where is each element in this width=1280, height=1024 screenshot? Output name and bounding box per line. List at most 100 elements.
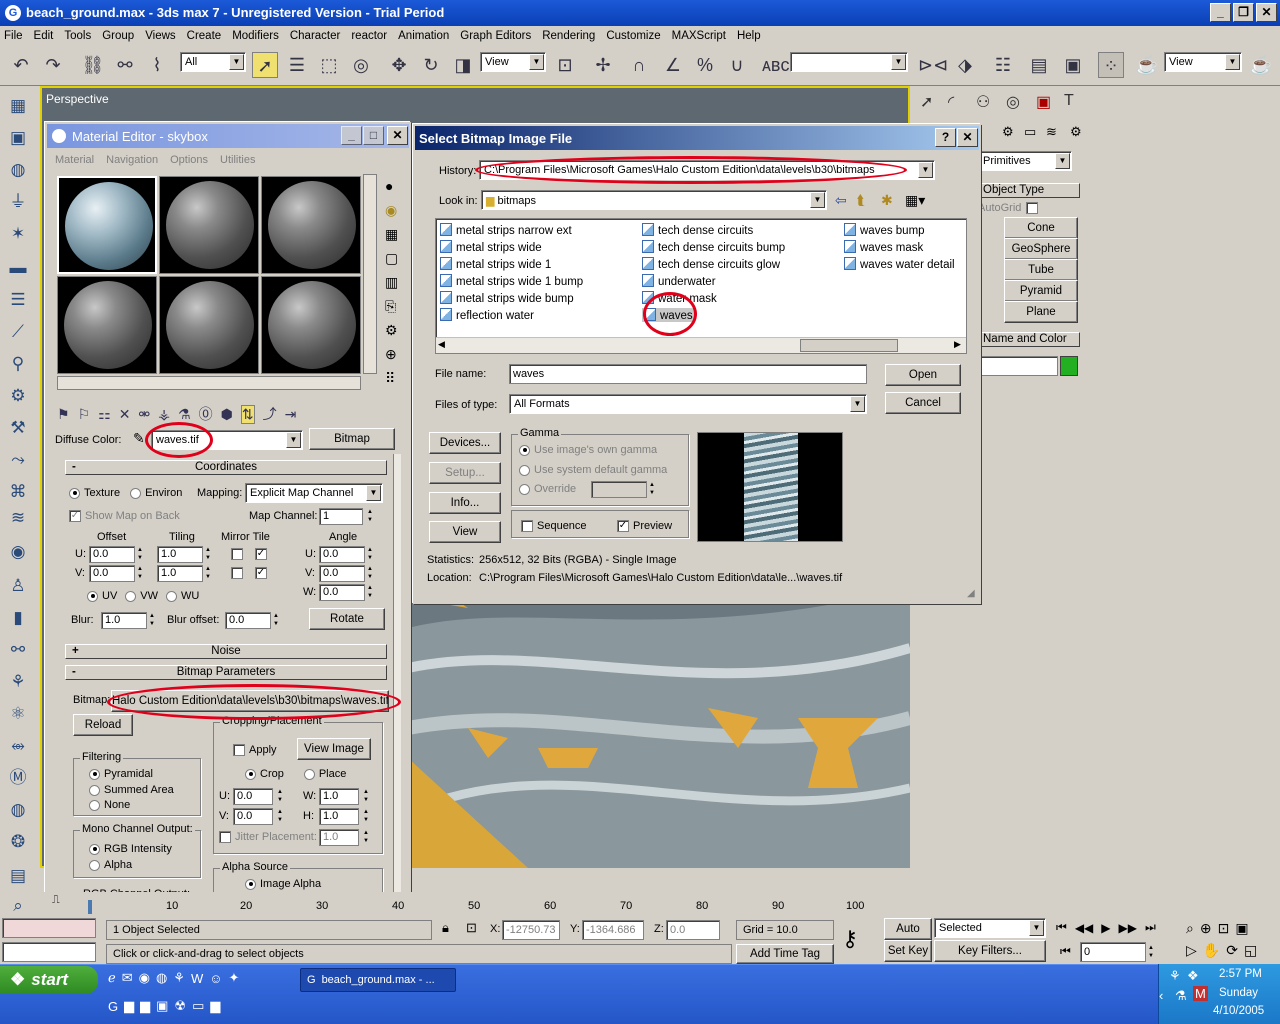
crop-w-spinner[interactable]: ▲ ▼ [361, 788, 371, 805]
outlook-icon[interactable]: ✉ [122, 970, 133, 986]
video-color-check-icon[interactable]: ▥ [385, 274, 398, 291]
v-offset-field[interactable]: 0.0 [89, 565, 135, 582]
pivot-center-icon[interactable]: ⊡ [552, 52, 578, 78]
maxscript-mini-field[interactable] [2, 942, 96, 962]
3dsmax-icon[interactable]: G [108, 999, 118, 1014]
create-tab-icon[interactable]: ➚ [920, 92, 933, 112]
open-button[interactable]: Open [885, 364, 961, 386]
copy-material-icon[interactable]: ⚮ [138, 406, 150, 423]
dialog-close-button[interactable]: ✕ [957, 128, 978, 147]
preview-icon[interactable]: ◉ [6, 540, 30, 564]
crop-h-field[interactable]: 1.0 [319, 808, 359, 825]
tray-expand-icon[interactable]: ‹ [1159, 988, 1163, 1003]
u-tiling-field[interactable]: 1.0 [157, 546, 203, 563]
time-marker[interactable] [88, 900, 92, 914]
summed-area-radio[interactable] [89, 784, 100, 796]
ball-icon[interactable]: ◍ [6, 798, 30, 822]
v-angle-spinner[interactable]: ▲ ▼ [365, 565, 375, 582]
redo-icon[interactable]: ↷ [40, 52, 66, 78]
scale-icon[interactable]: ◨ [450, 52, 476, 78]
u-angle-spinner[interactable]: ▲ ▼ [365, 546, 375, 563]
jitter-field[interactable]: 1.0 [319, 829, 359, 846]
setup-button[interactable]: Setup... [429, 462, 501, 484]
window-crossing-icon[interactable]: ◎ [348, 52, 374, 78]
property-editor-icon[interactable]: ▤ [6, 864, 30, 888]
systems-icon[interactable]: ⚙ [1070, 124, 1082, 140]
maxscript-listener-field[interactable] [2, 918, 96, 938]
w-angle-field[interactable]: 0.0 [319, 584, 365, 601]
autogrid-checkbox[interactable] [1026, 202, 1038, 214]
cloth-icon[interactable]: ⌘ [6, 480, 30, 504]
file-item[interactable]: metal strips wide [440, 240, 542, 254]
app-icon[interactable]: ✦ [229, 970, 240, 986]
blur-field[interactable]: 1.0 [101, 612, 147, 629]
modify-tab-icon[interactable]: ◜ [948, 92, 954, 112]
go-forward-sibling-icon[interactable]: ⇥ [285, 406, 297, 423]
geosphere-button[interactable]: GeoSphere [1004, 238, 1078, 260]
sequence-checkbox[interactable] [521, 520, 533, 532]
environ-radio[interactable] [130, 487, 142, 499]
view-button[interactable]: View [429, 521, 501, 543]
menu-help[interactable]: Help [737, 30, 761, 42]
gamma-override-radio[interactable] [519, 483, 530, 495]
file-item[interactable]: waves water detail [844, 257, 955, 271]
unlink-icon[interactable]: ⚯ [112, 52, 138, 78]
v-tile-checkbox[interactable]: ✓ [255, 567, 267, 579]
point-path-icon[interactable]: ⚘ [6, 670, 30, 694]
file-name-input[interactable]: waves [509, 364, 867, 384]
reference-coordinate-dropdown[interactable]: View ▼ [480, 52, 546, 72]
zoom-extents-all-icon[interactable]: ▣ [1235, 920, 1248, 937]
absolute-mode-icon[interactable]: ⊡ [466, 920, 477, 936]
u-mirror-checkbox[interactable] [231, 548, 243, 560]
put-to-scene-icon[interactable]: ⚐ [78, 406, 91, 423]
set-key-icon[interactable]: ⚷ [842, 926, 858, 952]
gamma-override-spinner[interactable]: ▲ ▼ [647, 481, 657, 498]
mated-close-button[interactable]: ✕ [387, 126, 408, 145]
sample-slot-1[interactable] [57, 176, 157, 274]
devices-button[interactable]: Devices... [429, 432, 501, 454]
named-selection-dropdown[interactable]: ▼ [790, 52, 908, 72]
hierarchy-tab-icon[interactable]: ⚇ [976, 92, 990, 112]
file-item[interactable]: metal strips narrow ext [440, 223, 572, 237]
object-type-rollout[interactable]: Object Type [978, 183, 1080, 198]
play-icon[interactable]: ▶ [1101, 921, 1110, 935]
menu-views[interactable]: Views [145, 30, 175, 42]
clock-time[interactable]: 2:57 PM [1219, 968, 1262, 980]
object-color-swatch[interactable] [1060, 356, 1078, 376]
menu-reactor[interactable]: reactor [351, 30, 387, 42]
app-icon[interactable]: ▣ [156, 998, 168, 1014]
noise-rollout[interactable]: + Noise [65, 644, 387, 659]
render-type-dropdown[interactable]: View ▼ [1164, 52, 1242, 72]
rotate-button[interactable]: Rotate [309, 608, 385, 630]
rigid-body-icon[interactable]: ▣ [6, 126, 30, 150]
u-offset-spinner[interactable]: ▲ ▼ [135, 546, 145, 563]
pyramidal-radio[interactable] [89, 768, 100, 780]
menu-group[interactable]: Group [102, 30, 134, 42]
backlight-icon[interactable]: ◉ [385, 202, 397, 219]
render-scene-icon[interactable]: ☕ [1134, 52, 1160, 78]
file-item[interactable]: reflection water [440, 308, 534, 322]
pyramid-button[interactable]: Pyramid [1004, 280, 1078, 302]
tray-app-icon[interactable]: ⚗ [1175, 988, 1187, 1004]
set-key-button[interactable]: Set Key [884, 940, 932, 962]
select-by-name-icon[interactable]: ☰ [284, 52, 310, 78]
app-icon[interactable]: G [5, 5, 21, 21]
scroll-thumb[interactable] [800, 339, 898, 352]
plane-button[interactable]: Plane [1004, 301, 1078, 323]
none-radio[interactable] [89, 799, 100, 811]
reset-map-icon[interactable]: ✕ [119, 406, 131, 423]
u-angle-field[interactable]: 0.0 [319, 546, 365, 563]
view-menu-icon[interactable]: ▦▾ [905, 192, 925, 209]
analyze-world-icon[interactable]: Ⓜ [6, 766, 30, 790]
scroll-right-icon[interactable]: ▶ [954, 339, 961, 350]
background-icon[interactable]: ▦ [385, 226, 398, 243]
menu-customize[interactable]: Customize [606, 30, 660, 42]
texture-radio[interactable] [69, 487, 80, 499]
show-end-result-icon[interactable]: ⇅ [240, 404, 255, 424]
wind-icon[interactable]: ⚙ [6, 384, 30, 408]
sample-slot-4[interactable] [57, 276, 157, 374]
v-offset-spinner[interactable]: ▲ ▼ [135, 565, 145, 582]
name-and-color-rollout[interactable]: Name and Color [978, 332, 1080, 347]
command-prompt-icon[interactable]: ▭ [192, 998, 204, 1014]
show-map-on-back-checkbox[interactable]: ✓ [69, 510, 81, 522]
